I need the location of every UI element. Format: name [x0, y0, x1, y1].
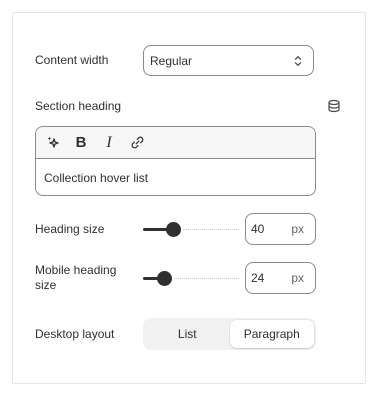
- heading-size-input[interactable]: 40 px: [245, 213, 316, 245]
- slider-thumb[interactable]: [156, 271, 172, 286]
- mobile-heading-size-unit: px: [291, 271, 304, 285]
- mobile-heading-size-label-line1: Mobile heading: [35, 263, 117, 277]
- italic-button[interactable]: I: [100, 134, 118, 152]
- layout-option-list[interactable]: List: [145, 320, 230, 348]
- mobile-heading-size-label-line2: size: [35, 278, 57, 292]
- layout-option-paragraph[interactable]: Paragraph: [229, 320, 314, 348]
- content-width-label: Content width: [35, 53, 109, 67]
- bold-button[interactable]: B: [72, 134, 90, 152]
- heading-size-slider[interactable]: [143, 221, 239, 237]
- heading-size-label: Heading size: [35, 221, 105, 236]
- link-icon[interactable]: [128, 134, 146, 152]
- editor-content[interactable]: Collection hover list: [36, 159, 315, 195]
- rich-text-editor[interactable]: B I Collection hover list: [35, 126, 316, 196]
- database-icon[interactable]: [327, 99, 341, 113]
- section-heading-label: Section heading: [35, 98, 122, 113]
- mobile-heading-size-input[interactable]: 24 px: [245, 262, 316, 294]
- slider-track-empty: [182, 229, 239, 230]
- mobile-heading-size-label: Mobile heading size: [35, 263, 116, 293]
- mobile-heading-size-slider[interactable]: [143, 270, 239, 286]
- mobile-heading-size-value: 24: [251, 271, 265, 285]
- chevron-up-down-icon: [294, 55, 302, 66]
- content-width-select[interactable]: Regular: [143, 45, 314, 76]
- slider-track-empty: [173, 278, 239, 279]
- slider-thumb[interactable]: [165, 222, 181, 237]
- desktop-layout-label: Desktop layout: [35, 326, 115, 341]
- heading-size-value: 40: [251, 222, 265, 236]
- section-heading-row: Section heading: [35, 98, 341, 114]
- desktop-layout-toggle: List Paragraph: [143, 318, 316, 350]
- content-width-value: Regular: [150, 53, 193, 68]
- editor-toolbar: B I: [36, 127, 315, 159]
- sparkle-icon[interactable]: [44, 134, 62, 152]
- heading-size-unit: px: [291, 222, 304, 236]
